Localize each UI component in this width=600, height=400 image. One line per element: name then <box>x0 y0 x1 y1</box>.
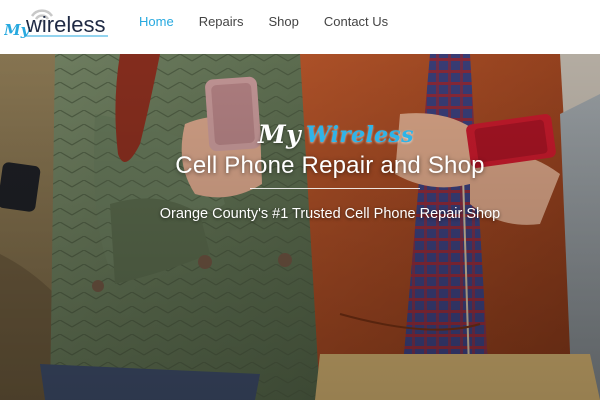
hero-text-block: My Wireless Cell Phone Repair and Shop O… <box>0 54 600 400</box>
site-header: My wireless Home Repairs Shop Contact Us <box>0 0 600 54</box>
hero-title: Cell Phone Repair and Shop <box>175 152 485 179</box>
hero-subtitle: Orange County's #1 Trusted Cell Phone Re… <box>159 206 501 222</box>
nav-home[interactable]: Home <box>139 14 174 30</box>
logo-wireless-text: wireless <box>25 12 105 37</box>
wifi-logo-icon: My wireless <box>4 9 108 39</box>
nav-contact-us[interactable]: Contact Us <box>324 14 388 30</box>
hero-divider <box>250 188 420 189</box>
nav-shop[interactable]: Shop <box>268 14 298 30</box>
nav-repairs[interactable]: Repairs <box>199 14 244 30</box>
hero-banner: My Wireless Cell Phone Repair and Shop O… <box>0 54 600 400</box>
site-logo[interactable]: My wireless <box>4 3 110 51</box>
hero-brand-wireless: Wireless <box>306 122 414 148</box>
main-nav: Home Repairs Shop Contact Us <box>139 14 413 30</box>
hero-brand-my: My <box>258 120 302 149</box>
